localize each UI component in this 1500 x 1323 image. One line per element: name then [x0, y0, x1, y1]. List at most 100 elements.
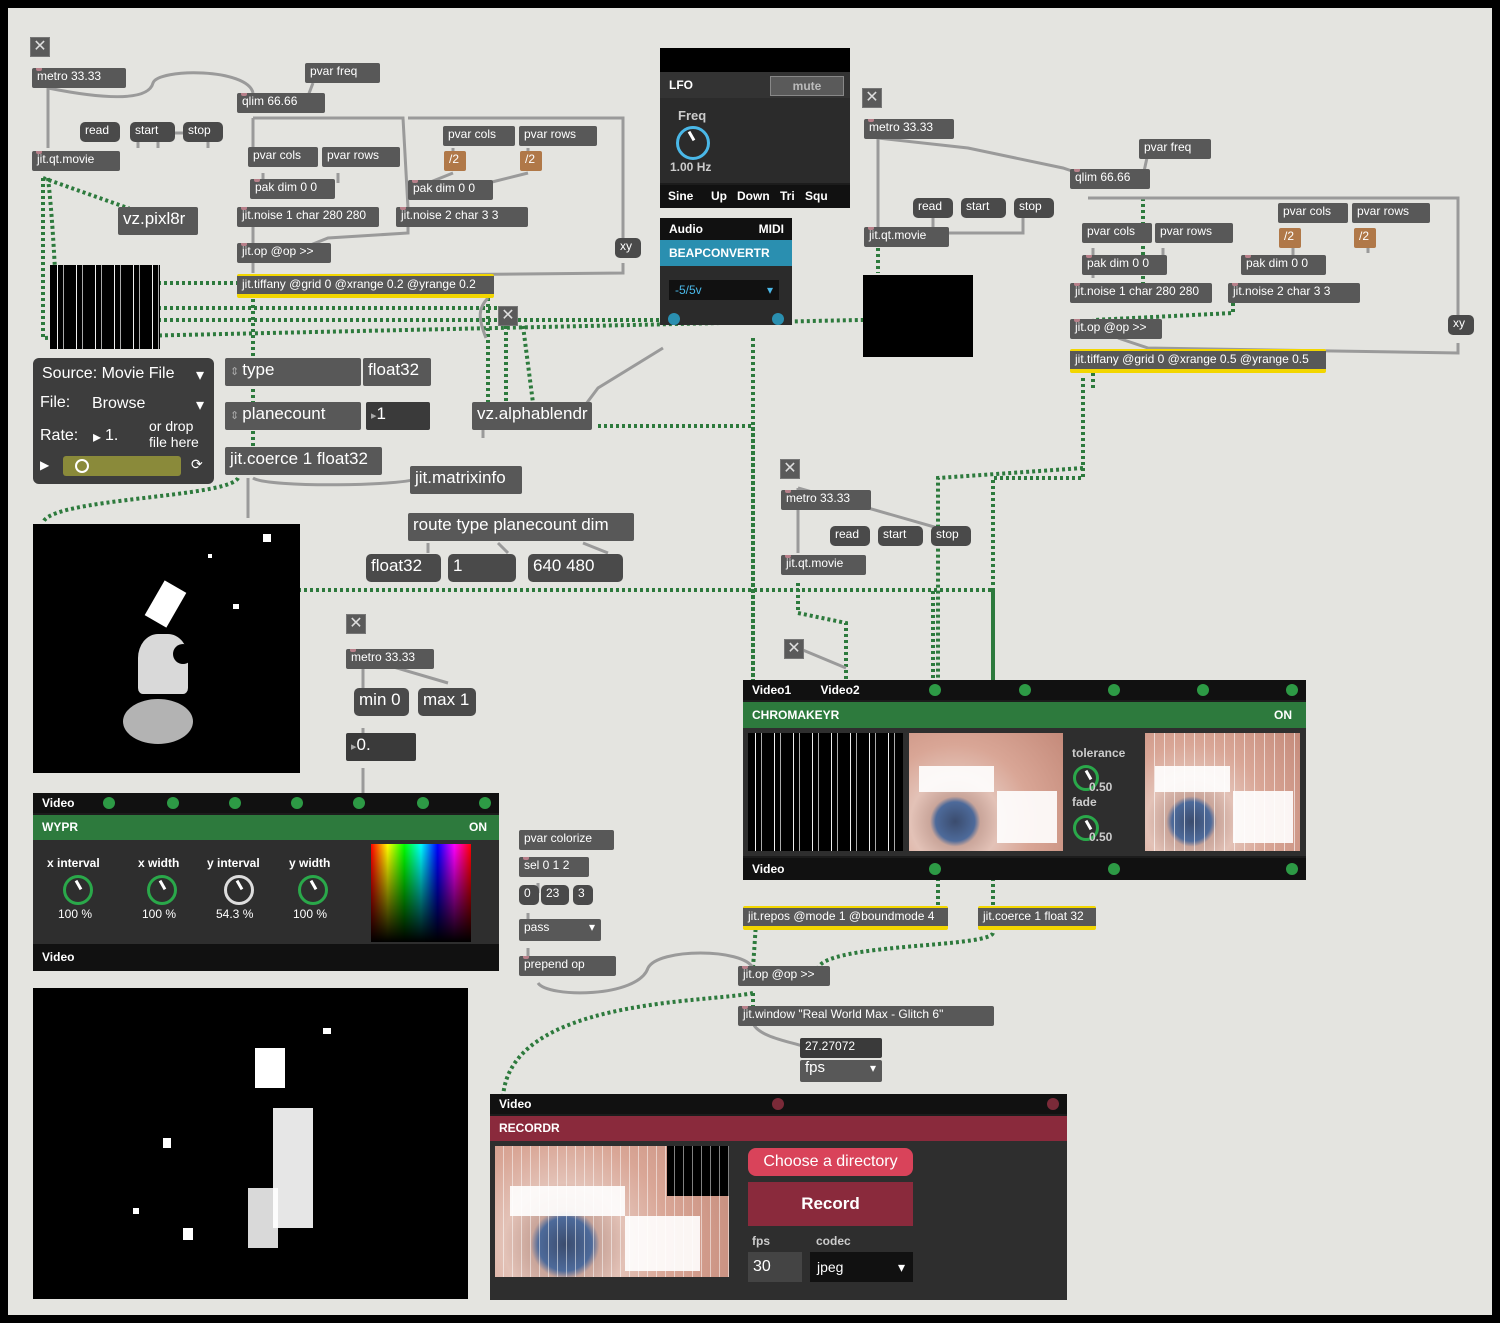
- fps-field[interactable]: 30: [748, 1252, 802, 1282]
- inlet-dot[interactable]: [229, 797, 241, 809]
- jit-op-object[interactable]: jit.op @op >>: [738, 966, 830, 986]
- toggle-chroma[interactable]: ✕: [784, 639, 804, 659]
- start-message[interactable]: start: [961, 198, 1006, 218]
- divide-object[interactable]: /2: [444, 151, 466, 171]
- toggle-b[interactable]: ✕: [346, 614, 366, 634]
- metro-object[interactable]: metro 33.33: [781, 490, 871, 510]
- pvar-rows-object[interactable]: pvar rows: [322, 147, 400, 167]
- wypr-on-toggle[interactable]: ON: [469, 815, 487, 840]
- route-object[interactable]: route type planecount dim: [408, 513, 634, 541]
- wave-squ[interactable]: Squ: [805, 189, 828, 203]
- inlet-dot[interactable]: [353, 797, 365, 809]
- jit-coerce-object[interactable]: jit.coerce 1 float 32: [978, 906, 1096, 930]
- inlet-dot[interactable]: [103, 797, 115, 809]
- mute-button[interactable]: mute: [770, 76, 844, 96]
- chevron-down-icon[interactable]: ▾: [196, 365, 204, 385]
- start-message[interactable]: start: [130, 122, 175, 142]
- wave-up[interactable]: Up: [711, 189, 727, 203]
- pak-dim-object[interactable]: pak dim 0 0: [1241, 255, 1326, 275]
- outlet-dot[interactable]: [1108, 863, 1120, 875]
- toggle-d[interactable]: ✕: [862, 88, 882, 108]
- message-0[interactable]: 0: [519, 885, 539, 905]
- pass-menu[interactable]: pass ▾: [519, 919, 601, 941]
- message-23[interactable]: 23: [541, 885, 569, 905]
- freq-knob[interactable]: [676, 126, 710, 160]
- outlet-dot[interactable]: [772, 313, 784, 325]
- stop-message[interactable]: stop: [1014, 198, 1054, 218]
- pvar-rows-object[interactable]: pvar rows: [1155, 223, 1233, 243]
- divide-object[interactable]: /2: [520, 151, 542, 171]
- inlet-dot[interactable]: [1019, 684, 1031, 696]
- range-menu[interactable]: -5/5v ▾: [669, 280, 779, 300]
- jit-window-object[interactable]: jit.window "Real World Max - Glitch 6": [738, 1006, 994, 1026]
- qlim-object[interactable]: qlim 66.66: [237, 93, 325, 113]
- vz-alphablendr-object[interactable]: vz.alphablendr: [472, 402, 592, 430]
- jit-repos-object[interactable]: jit.repos @mode 1 @boundmode 4: [743, 906, 948, 930]
- inlet-dot[interactable]: [1047, 1098, 1059, 1110]
- jit-op-object[interactable]: jit.op @op >>: [1070, 319, 1162, 339]
- jit-coerce-object[interactable]: jit.coerce 1 float32: [225, 447, 382, 475]
- pvar-cols-object[interactable]: pvar cols: [1082, 223, 1152, 243]
- qlim-object[interactable]: qlim 66.66: [1070, 169, 1150, 189]
- dim-result[interactable]: 640 480: [528, 554, 623, 582]
- message-3[interactable]: 3: [573, 885, 593, 905]
- divide-object[interactable]: /2: [1279, 228, 1301, 248]
- jit-tiffany-object[interactable]: jit.tiffany @grid 0 @xrange 0.2 @yrange …: [237, 274, 494, 298]
- pvar-freq-object[interactable]: pvar freq: [305, 63, 380, 83]
- type-attr[interactable]: ⇕ type: [225, 358, 361, 386]
- planecount-attr[interactable]: ⇕ planecount: [225, 402, 361, 430]
- toggle-c[interactable]: ✕: [780, 459, 800, 479]
- pvar-freq-object[interactable]: pvar freq: [1139, 139, 1211, 159]
- y-interval-knob[interactable]: [224, 875, 254, 905]
- wave-down[interactable]: Down: [737, 189, 770, 203]
- prepend-object[interactable]: prepend op: [519, 956, 616, 976]
- pvar-rows-object[interactable]: pvar rows: [1352, 203, 1430, 223]
- color-picker[interactable]: [371, 844, 471, 942]
- min-message[interactable]: min 0: [354, 688, 409, 716]
- pak-dim-object[interactable]: pak dim 0 0: [408, 180, 493, 200]
- fps-menu[interactable]: fps ▾: [800, 1060, 882, 1082]
- outlet-dot[interactable]: [929, 863, 941, 875]
- pvar-colorize-object[interactable]: pvar colorize: [519, 830, 614, 850]
- xy-message[interactable]: xy: [615, 238, 641, 258]
- rate-value[interactable]: 1.: [105, 427, 118, 445]
- start-message[interactable]: start: [878, 526, 923, 546]
- wave-tri[interactable]: Tri: [780, 189, 795, 203]
- inlet-dot[interactable]: [1197, 684, 1209, 696]
- pvar-rows-object[interactable]: pvar rows: [519, 126, 597, 146]
- pak-dim-object[interactable]: pak dim 0 0: [250, 179, 335, 199]
- vz-pixl8r-object[interactable]: vz.pixl8r: [118, 207, 198, 235]
- play-icon[interactable]: ▶: [40, 458, 49, 472]
- jit-qt-movie-object[interactable]: jit.qt.movie: [32, 151, 120, 171]
- metro-object[interactable]: metro 33.33: [346, 649, 434, 669]
- xy-message[interactable]: xy: [1448, 315, 1474, 335]
- sel-object[interactable]: sel 0 1 2: [519, 857, 589, 877]
- pvar-cols-object[interactable]: pvar cols: [248, 147, 318, 167]
- inlet-dot[interactable]: [417, 797, 429, 809]
- codec-menu[interactable]: jpeg ▾: [810, 1252, 913, 1282]
- x-width-knob[interactable]: [147, 875, 177, 905]
- position-slider[interactable]: [63, 456, 181, 476]
- stop-message[interactable]: stop: [183, 122, 223, 142]
- loop-icon[interactable]: ⟳: [191, 456, 203, 473]
- inlet-dot[interactable]: [772, 1098, 784, 1110]
- jit-noise-object[interactable]: jit.noise 1 char 280 280: [1070, 283, 1212, 303]
- type-value[interactable]: float32: [363, 358, 431, 386]
- jit-matrixinfo-object[interactable]: jit.matrixinfo: [410, 466, 522, 494]
- jit-noise-object[interactable]: jit.noise 2 char 3 3: [1228, 283, 1360, 303]
- metro-object[interactable]: metro 33.33: [864, 119, 954, 139]
- pvar-cols-object[interactable]: pvar cols: [1278, 203, 1348, 223]
- inlet-dot[interactable]: [1286, 684, 1298, 696]
- y-width-knob[interactable]: [298, 875, 328, 905]
- fps-number[interactable]: 27.27072: [800, 1038, 882, 1058]
- read-message[interactable]: read: [913, 198, 953, 218]
- metro-object[interactable]: metro 33.33: [32, 68, 126, 88]
- x-interval-knob[interactable]: [63, 875, 93, 905]
- type-result[interactable]: float32: [366, 554, 441, 582]
- wave-sine[interactable]: Sine: [668, 189, 693, 203]
- file-browse[interactable]: Browse: [92, 395, 145, 413]
- jit-tiffany-object[interactable]: jit.tiffany @grid 0 @xrange 0.5 @yrange …: [1070, 349, 1326, 373]
- jit-noise-object[interactable]: jit.noise 1 char 280 280: [237, 207, 379, 227]
- slider-handle[interactable]: [75, 459, 89, 473]
- jit-qt-movie-object[interactable]: jit.qt.movie: [781, 555, 866, 575]
